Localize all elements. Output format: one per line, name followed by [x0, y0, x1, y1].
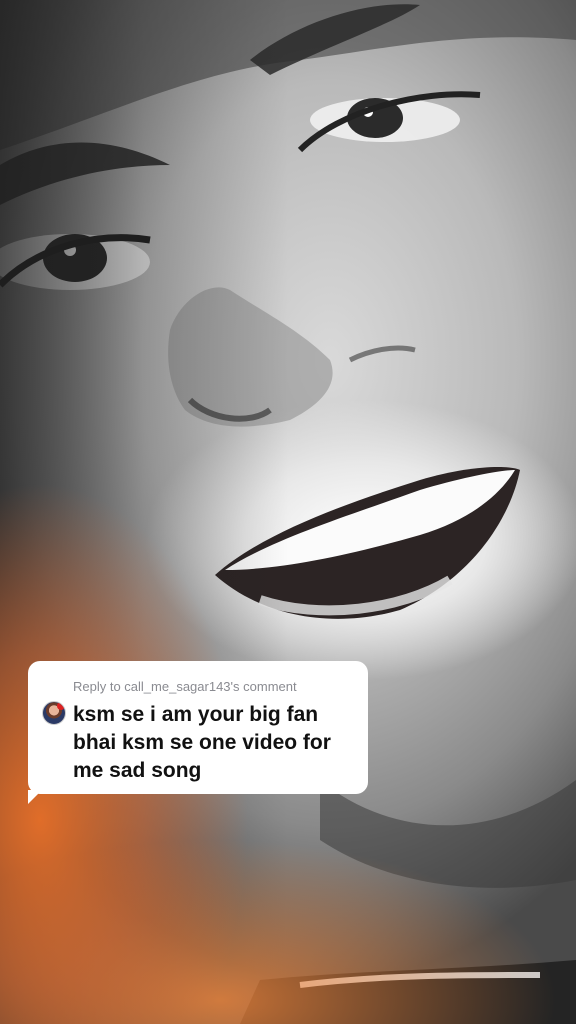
reply-bubble-tail	[28, 790, 42, 804]
avatar-badge	[57, 702, 65, 710]
reply-header: Reply to call_me_sagar143's comment	[73, 679, 297, 694]
commenter-avatar-icon[interactable]	[42, 701, 66, 725]
comment-reply-sticker[interactable]: Reply to call_me_sagar143's comment ksm …	[28, 661, 368, 794]
reply-comment-text: ksm se i am your big fan bhai ksm se one…	[73, 703, 331, 782]
video-color-overlay	[0, 0, 576, 1024]
video-frame[interactable]	[0, 0, 576, 1024]
